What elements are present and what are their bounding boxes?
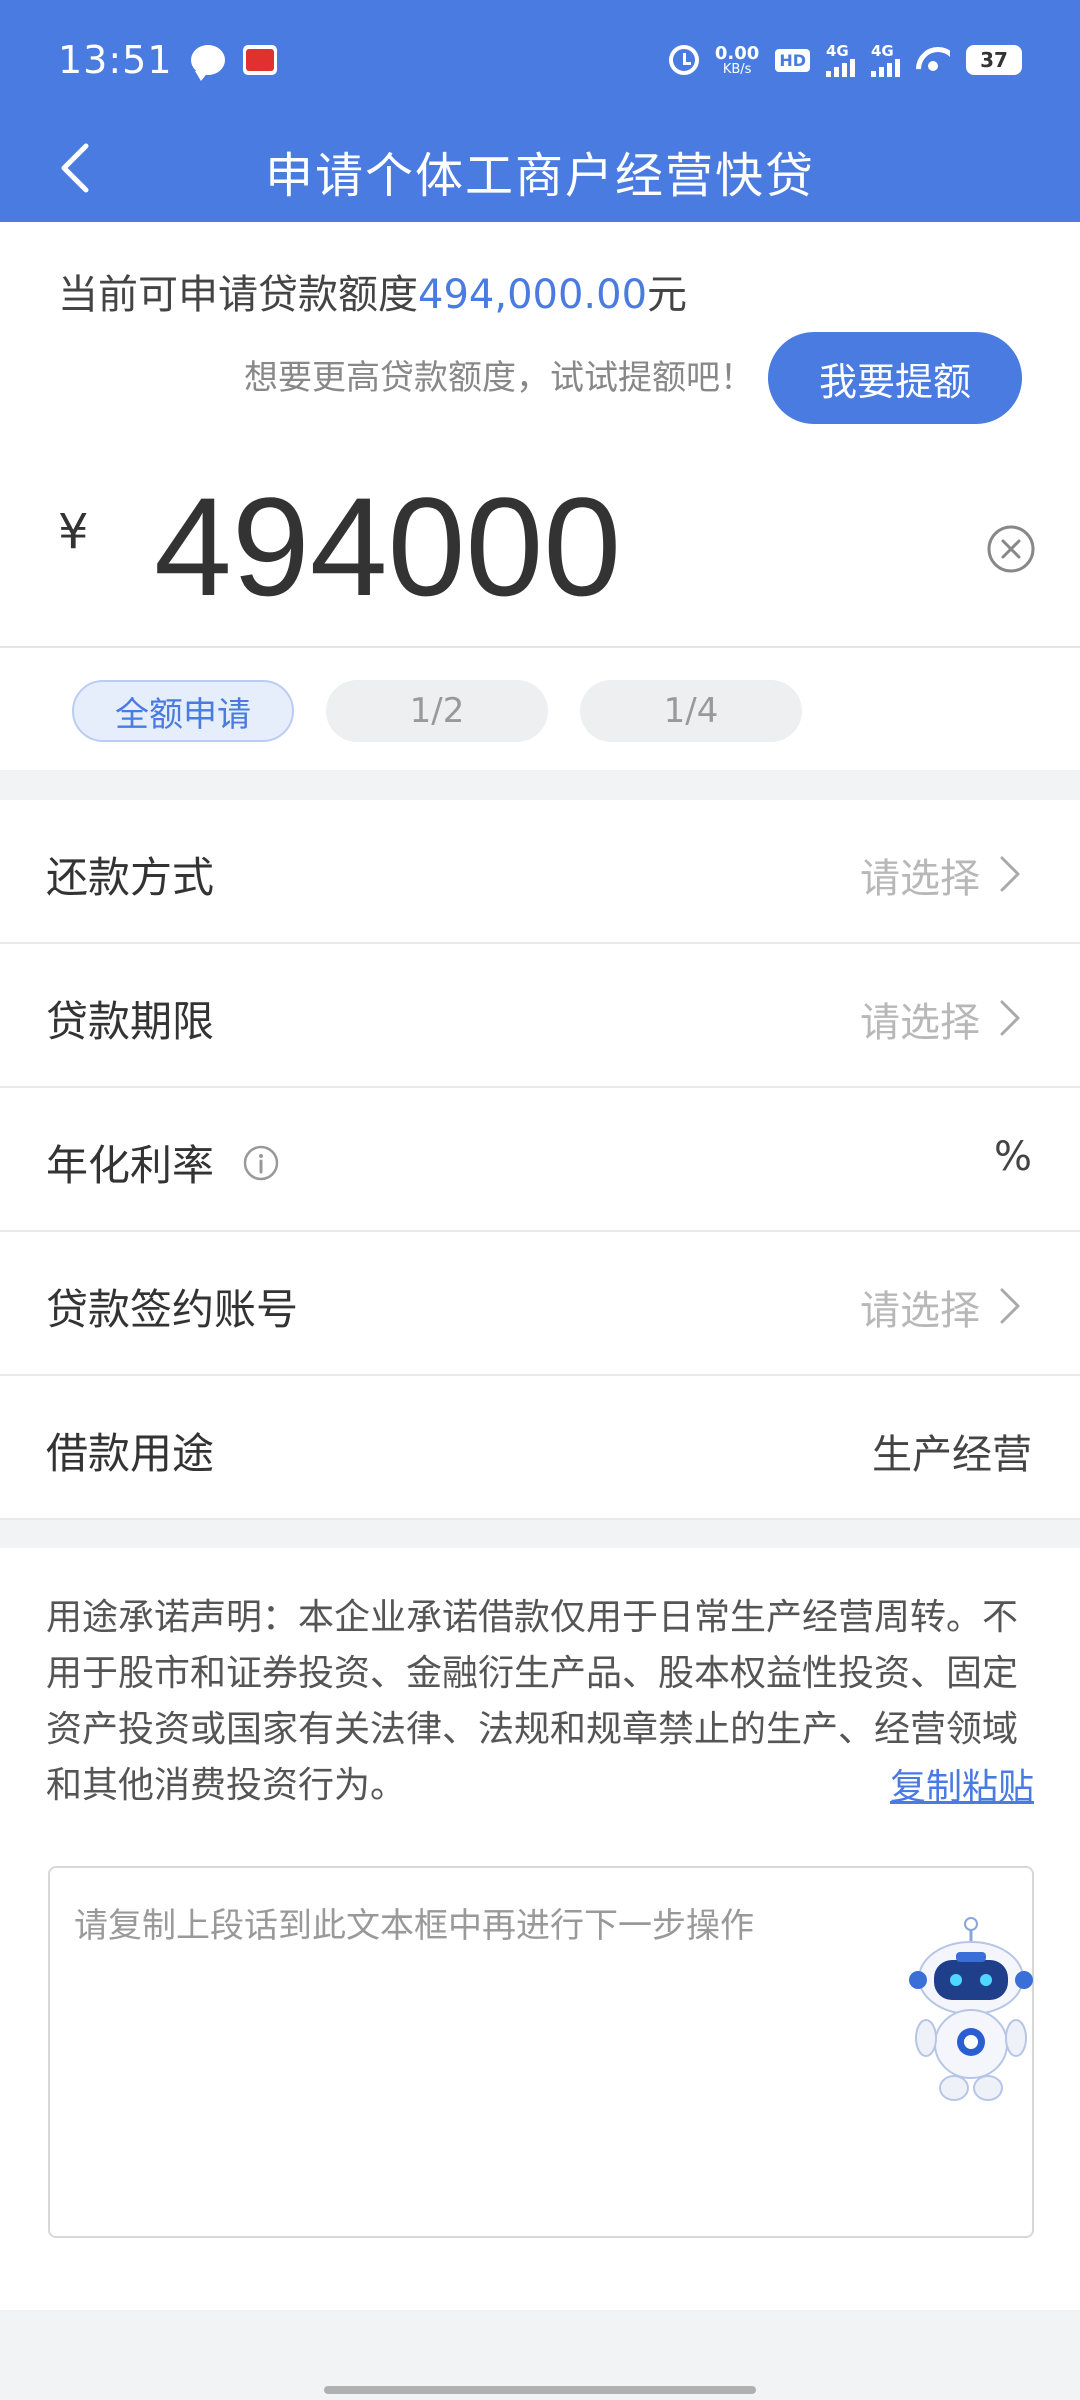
row-value: 请选择 [860, 856, 980, 902]
chevron-right-icon [1000, 1000, 1020, 1036]
signing-account-row[interactable]: 贷款签约账号 请选择 [0, 1232, 1080, 1376]
status-bar: 13:51 0.00 KB/s HD 4G 4G 37 [0, 0, 1080, 120]
chevron-right-icon [1000, 1288, 1020, 1324]
preset-quarter[interactable]: 1/4 [580, 680, 802, 742]
rate-value: % [993, 1134, 1032, 1180]
row-label: 年化利率 [46, 1141, 215, 1190]
info-icon[interactable] [242, 1144, 280, 1182]
available-quota: 当前可申请贷款额度494,000.00元 [58, 272, 688, 318]
raise-quota-hint: 想要更高贷款额度，试试提额吧！ [244, 358, 754, 398]
amount-presets: 全额申请 1/2 1/4 [0, 648, 1080, 770]
signal-icon-2: 4G [871, 43, 900, 77]
page-title: 申请个体工商户经营快贷 [264, 148, 815, 204]
preset-half[interactable]: 1/2 [326, 680, 548, 742]
clear-icon[interactable] [986, 524, 1036, 574]
message-icon [190, 45, 225, 81]
copy-paste-link[interactable]: 复制粘贴 [890, 1758, 1034, 1810]
row-label: 贷款期限 [46, 997, 215, 1046]
chevron-right-icon [1000, 856, 1020, 892]
quota-amount: 494,000.00 [418, 272, 648, 318]
row-value: 请选择 [860, 1288, 980, 1334]
currency-symbol: ¥ [58, 504, 89, 560]
row-value: 请选择 [860, 1000, 980, 1046]
loan-form: 还款方式 请选择 贷款期限 请选择 年化利率 % 贷款签约账号 请选择 借款用途… [0, 800, 1080, 1520]
home-indicator[interactable] [324, 2386, 756, 2394]
quota-section: 当前可申请贷款额度494,000.00元 想要更高贷款额度，试试提额吧！ 我要提… [0, 222, 1080, 648]
signal-icon: 4G [826, 43, 855, 77]
back-button[interactable] [44, 138, 104, 198]
purpose-statement: 用途承诺声明：本企业承诺借款仅用于日常生产经营周转。不用于股市和证券投资、金融衍… [46, 1597, 1019, 1806]
alarm-icon [668, 45, 699, 75]
app-header: 13:51 0.00 KB/s HD 4G 4G 37 申请个体工商户经营快贷 [0, 0, 1080, 222]
row-label: 贷款签约账号 [46, 1285, 299, 1334]
statement-input[interactable] [48, 1866, 1034, 2238]
wifi-icon [916, 47, 950, 73]
nav-bar: 申请个体工商户经营快贷 [0, 120, 1080, 222]
purpose-value: 生产经营 [872, 1432, 1032, 1478]
preset-full-amount[interactable]: 全额申请 [72, 680, 294, 742]
raise-quota-button[interactable]: 我要提额 [768, 332, 1022, 424]
annual-rate-row: 年化利率 % [0, 1088, 1080, 1232]
row-label: 还款方式 [46, 853, 215, 902]
network-speed: 0.00 KB/s [714, 42, 760, 77]
row-label: 借款用途 [46, 1429, 215, 1478]
battery-icon: 37 [966, 45, 1022, 75]
status-time: 13:51 [58, 38, 173, 82]
repayment-method-row[interactable]: 还款方式 请选择 [0, 800, 1080, 944]
news-app-icon [242, 45, 277, 75]
back-arrow-icon [61, 143, 89, 193]
loan-purpose-row: 借款用途 生产经营 [0, 1376, 1080, 1520]
assistant-robot-icon[interactable] [906, 1916, 1036, 2106]
loan-term-row[interactable]: 贷款期限 请选择 [0, 944, 1080, 1088]
loan-amount-input[interactable] [154, 472, 954, 622]
hd-icon: HD [775, 48, 810, 72]
